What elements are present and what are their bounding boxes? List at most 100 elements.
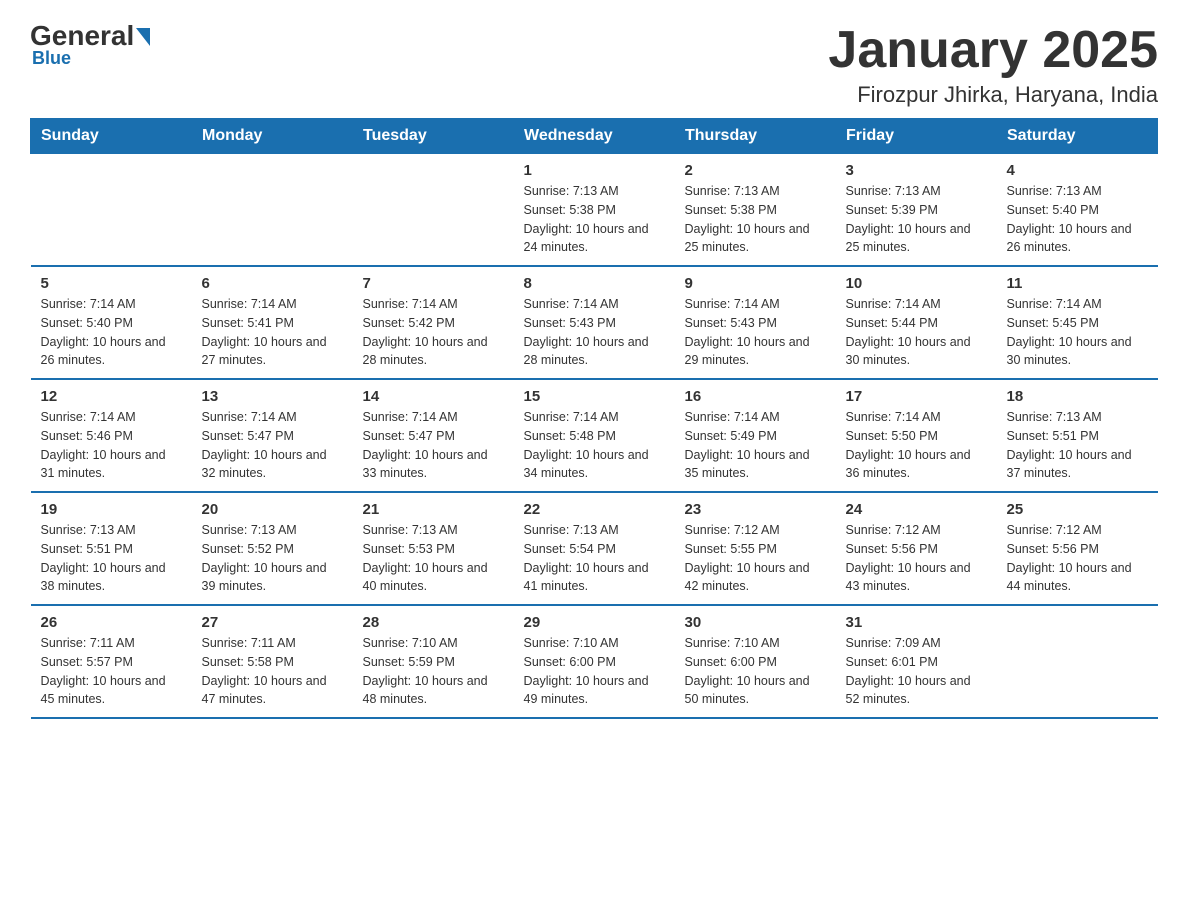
calendar-body: 1 Sunrise: 7:13 AM Sunset: 5:38 PM Daylig… [31, 154, 1158, 719]
col-sunday: Sunday [31, 119, 192, 154]
day-number: 11 [1007, 275, 1148, 292]
calendar-day-cell: 16Sunrise: 7:14 AM Sunset: 5:49 PM Dayli… [675, 379, 836, 492]
day-info: Sunrise: 7:11 AM Sunset: 5:58 PM Dayligh… [202, 634, 343, 709]
day-info: Sunrise: 7:13 AM Sunset: 5:51 PM Dayligh… [41, 521, 182, 596]
day-number: 17 [846, 388, 987, 405]
day-number: 28 [363, 614, 504, 631]
calendar-day-cell: 9 Sunrise: 7:14 AM Sunset: 5:43 PM Daylig… [675, 266, 836, 379]
col-friday: Friday [836, 119, 997, 154]
calendar-day-cell: 12 Sunrise: 7:14 AM Sunset: 5:46 PM Dayli… [31, 379, 192, 492]
day-number: 19 [41, 501, 182, 518]
calendar-day-cell: 2 Sunrise: 7:13 AM Sunset: 5:38 PM Daylig… [675, 154, 836, 267]
calendar-day-cell: 8 Sunrise: 7:14 AM Sunset: 5:43 PM Daylig… [514, 266, 675, 379]
calendar-day-cell [192, 154, 353, 267]
calendar-day-cell: 31Sunrise: 7:09 AM Sunset: 6:01 PM Dayli… [836, 605, 997, 718]
col-wednesday: Wednesday [514, 119, 675, 154]
calendar-day-cell: 10 Sunrise: 7:14 AM Sunset: 5:44 PM Dayli… [836, 266, 997, 379]
calendar-day-cell: 13 Sunrise: 7:14 AM Sunset: 5:47 PM Dayli… [192, 379, 353, 492]
day-number: 13 [202, 388, 343, 405]
col-thursday: Thursday [675, 119, 836, 154]
calendar-day-cell: 6 Sunrise: 7:14 AM Sunset: 5:41 PM Daylig… [192, 266, 353, 379]
calendar-subtitle: Firozpur Jhirka, Haryana, India [828, 82, 1158, 108]
day-number: 9 [685, 275, 826, 292]
calendar-day-cell: 18 Sunrise: 7:13 AM Sunset: 5:51 PM Dayli… [997, 379, 1158, 492]
logo-triangle-icon [136, 28, 150, 46]
day-info: Sunrise: 7:14 AM Sunset: 5:43 PM Dayligh… [685, 295, 826, 370]
page-header: General Blue January 2025 Firozpur Jhirk… [30, 20, 1158, 108]
calendar-day-cell: 15 Sunrise: 7:14 AM Sunset: 5:48 PM Dayli… [514, 379, 675, 492]
calendar-week-row: 1 Sunrise: 7:13 AM Sunset: 5:38 PM Daylig… [31, 154, 1158, 267]
day-number: 1 [524, 162, 665, 179]
day-number: 12 [41, 388, 182, 405]
day-number: 6 [202, 275, 343, 292]
day-info: Sunrise: 7:13 AM Sunset: 5:52 PM Dayligh… [202, 521, 343, 596]
day-number: 29 [524, 614, 665, 631]
day-info: Sunrise: 7:14 AM Sunset: 5:46 PM Dayligh… [41, 408, 182, 483]
calendar-day-cell: 1 Sunrise: 7:13 AM Sunset: 5:38 PM Daylig… [514, 154, 675, 267]
calendar-week-row: 5Sunrise: 7:14 AM Sunset: 5:40 PM Daylig… [31, 266, 1158, 379]
day-info: Sunrise: 7:14 AM Sunset: 5:42 PM Dayligh… [363, 295, 504, 370]
day-info: Sunrise: 7:14 AM Sunset: 5:50 PM Dayligh… [846, 408, 987, 483]
calendar-day-cell: 30 Sunrise: 7:10 AM Sunset: 6:00 PM Dayli… [675, 605, 836, 718]
logo: General Blue [30, 20, 150, 69]
day-info: Sunrise: 7:13 AM Sunset: 5:53 PM Dayligh… [363, 521, 504, 596]
day-info: Sunrise: 7:13 AM Sunset: 5:38 PM Dayligh… [685, 182, 826, 257]
day-number: 15 [524, 388, 665, 405]
col-saturday: Saturday [997, 119, 1158, 154]
day-info: Sunrise: 7:14 AM Sunset: 5:47 PM Dayligh… [202, 408, 343, 483]
day-info: Sunrise: 7:14 AM Sunset: 5:44 PM Dayligh… [846, 295, 987, 370]
day-number: 18 [1007, 388, 1148, 405]
day-number: 25 [1007, 501, 1148, 518]
day-info: Sunrise: 7:13 AM Sunset: 5:40 PM Dayligh… [1007, 182, 1148, 257]
calendar-day-cell: 25Sunrise: 7:12 AM Sunset: 5:56 PM Dayli… [997, 492, 1158, 605]
day-info: Sunrise: 7:13 AM Sunset: 5:51 PM Dayligh… [1007, 408, 1148, 483]
calendar-day-cell: 26 Sunrise: 7:11 AM Sunset: 5:57 PM Dayli… [31, 605, 192, 718]
calendar-title: January 2025 [828, 20, 1158, 80]
day-number: 30 [685, 614, 826, 631]
calendar-day-cell: 3Sunrise: 7:13 AM Sunset: 5:39 PM Daylig… [836, 154, 997, 267]
day-number: 8 [524, 275, 665, 292]
title-block: January 2025 Firozpur Jhirka, Haryana, I… [828, 20, 1158, 108]
calendar-day-cell: 29 Sunrise: 7:10 AM Sunset: 6:00 PM Dayli… [514, 605, 675, 718]
calendar-day-cell: 21 Sunrise: 7:13 AM Sunset: 5:53 PM Dayli… [353, 492, 514, 605]
calendar-week-row: 26 Sunrise: 7:11 AM Sunset: 5:57 PM Dayli… [31, 605, 1158, 718]
calendar-day-cell: 27Sunrise: 7:11 AM Sunset: 5:58 PM Dayli… [192, 605, 353, 718]
day-number: 2 [685, 162, 826, 179]
col-tuesday: Tuesday [353, 119, 514, 154]
day-number: 7 [363, 275, 504, 292]
calendar-day-cell: 28 Sunrise: 7:10 AM Sunset: 5:59 PM Dayli… [353, 605, 514, 718]
day-info: Sunrise: 7:10 AM Sunset: 5:59 PM Dayligh… [363, 634, 504, 709]
col-monday: Monday [192, 119, 353, 154]
calendar-day-cell: 14Sunrise: 7:14 AM Sunset: 5:47 PM Dayli… [353, 379, 514, 492]
calendar-day-cell [353, 154, 514, 267]
day-number: 20 [202, 501, 343, 518]
day-info: Sunrise: 7:14 AM Sunset: 5:41 PM Dayligh… [202, 295, 343, 370]
day-info: Sunrise: 7:10 AM Sunset: 6:00 PM Dayligh… [524, 634, 665, 709]
day-number: 4 [1007, 162, 1148, 179]
day-number: 10 [846, 275, 987, 292]
day-number: 14 [363, 388, 504, 405]
calendar-day-cell: 5Sunrise: 7:14 AM Sunset: 5:40 PM Daylig… [31, 266, 192, 379]
calendar-week-row: 12 Sunrise: 7:14 AM Sunset: 5:46 PM Dayli… [31, 379, 1158, 492]
calendar-header: Sunday Monday Tuesday Wednesday Thursday… [31, 119, 1158, 154]
day-number: 23 [685, 501, 826, 518]
day-info: Sunrise: 7:11 AM Sunset: 5:57 PM Dayligh… [41, 634, 182, 709]
calendar-day-cell: 24Sunrise: 7:12 AM Sunset: 5:56 PM Dayli… [836, 492, 997, 605]
day-number: 5 [41, 275, 182, 292]
day-info: Sunrise: 7:10 AM Sunset: 6:00 PM Dayligh… [685, 634, 826, 709]
day-info: Sunrise: 7:09 AM Sunset: 6:01 PM Dayligh… [846, 634, 987, 709]
calendar-day-cell: 23Sunrise: 7:12 AM Sunset: 5:55 PM Dayli… [675, 492, 836, 605]
calendar-day-cell: 4 Sunrise: 7:13 AM Sunset: 5:40 PM Daylig… [997, 154, 1158, 267]
calendar-table: Sunday Monday Tuesday Wednesday Thursday… [30, 118, 1158, 719]
day-info: Sunrise: 7:14 AM Sunset: 5:48 PM Dayligh… [524, 408, 665, 483]
day-info: Sunrise: 7:14 AM Sunset: 5:45 PM Dayligh… [1007, 295, 1148, 370]
header-row: Sunday Monday Tuesday Wednesday Thursday… [31, 119, 1158, 154]
day-number: 22 [524, 501, 665, 518]
calendar-day-cell [997, 605, 1158, 718]
calendar-week-row: 19 Sunrise: 7:13 AM Sunset: 5:51 PM Dayli… [31, 492, 1158, 605]
calendar-day-cell: 19 Sunrise: 7:13 AM Sunset: 5:51 PM Dayli… [31, 492, 192, 605]
day-number: 21 [363, 501, 504, 518]
day-number: 26 [41, 614, 182, 631]
day-info: Sunrise: 7:14 AM Sunset: 5:43 PM Dayligh… [524, 295, 665, 370]
day-info: Sunrise: 7:13 AM Sunset: 5:38 PM Dayligh… [524, 182, 665, 257]
